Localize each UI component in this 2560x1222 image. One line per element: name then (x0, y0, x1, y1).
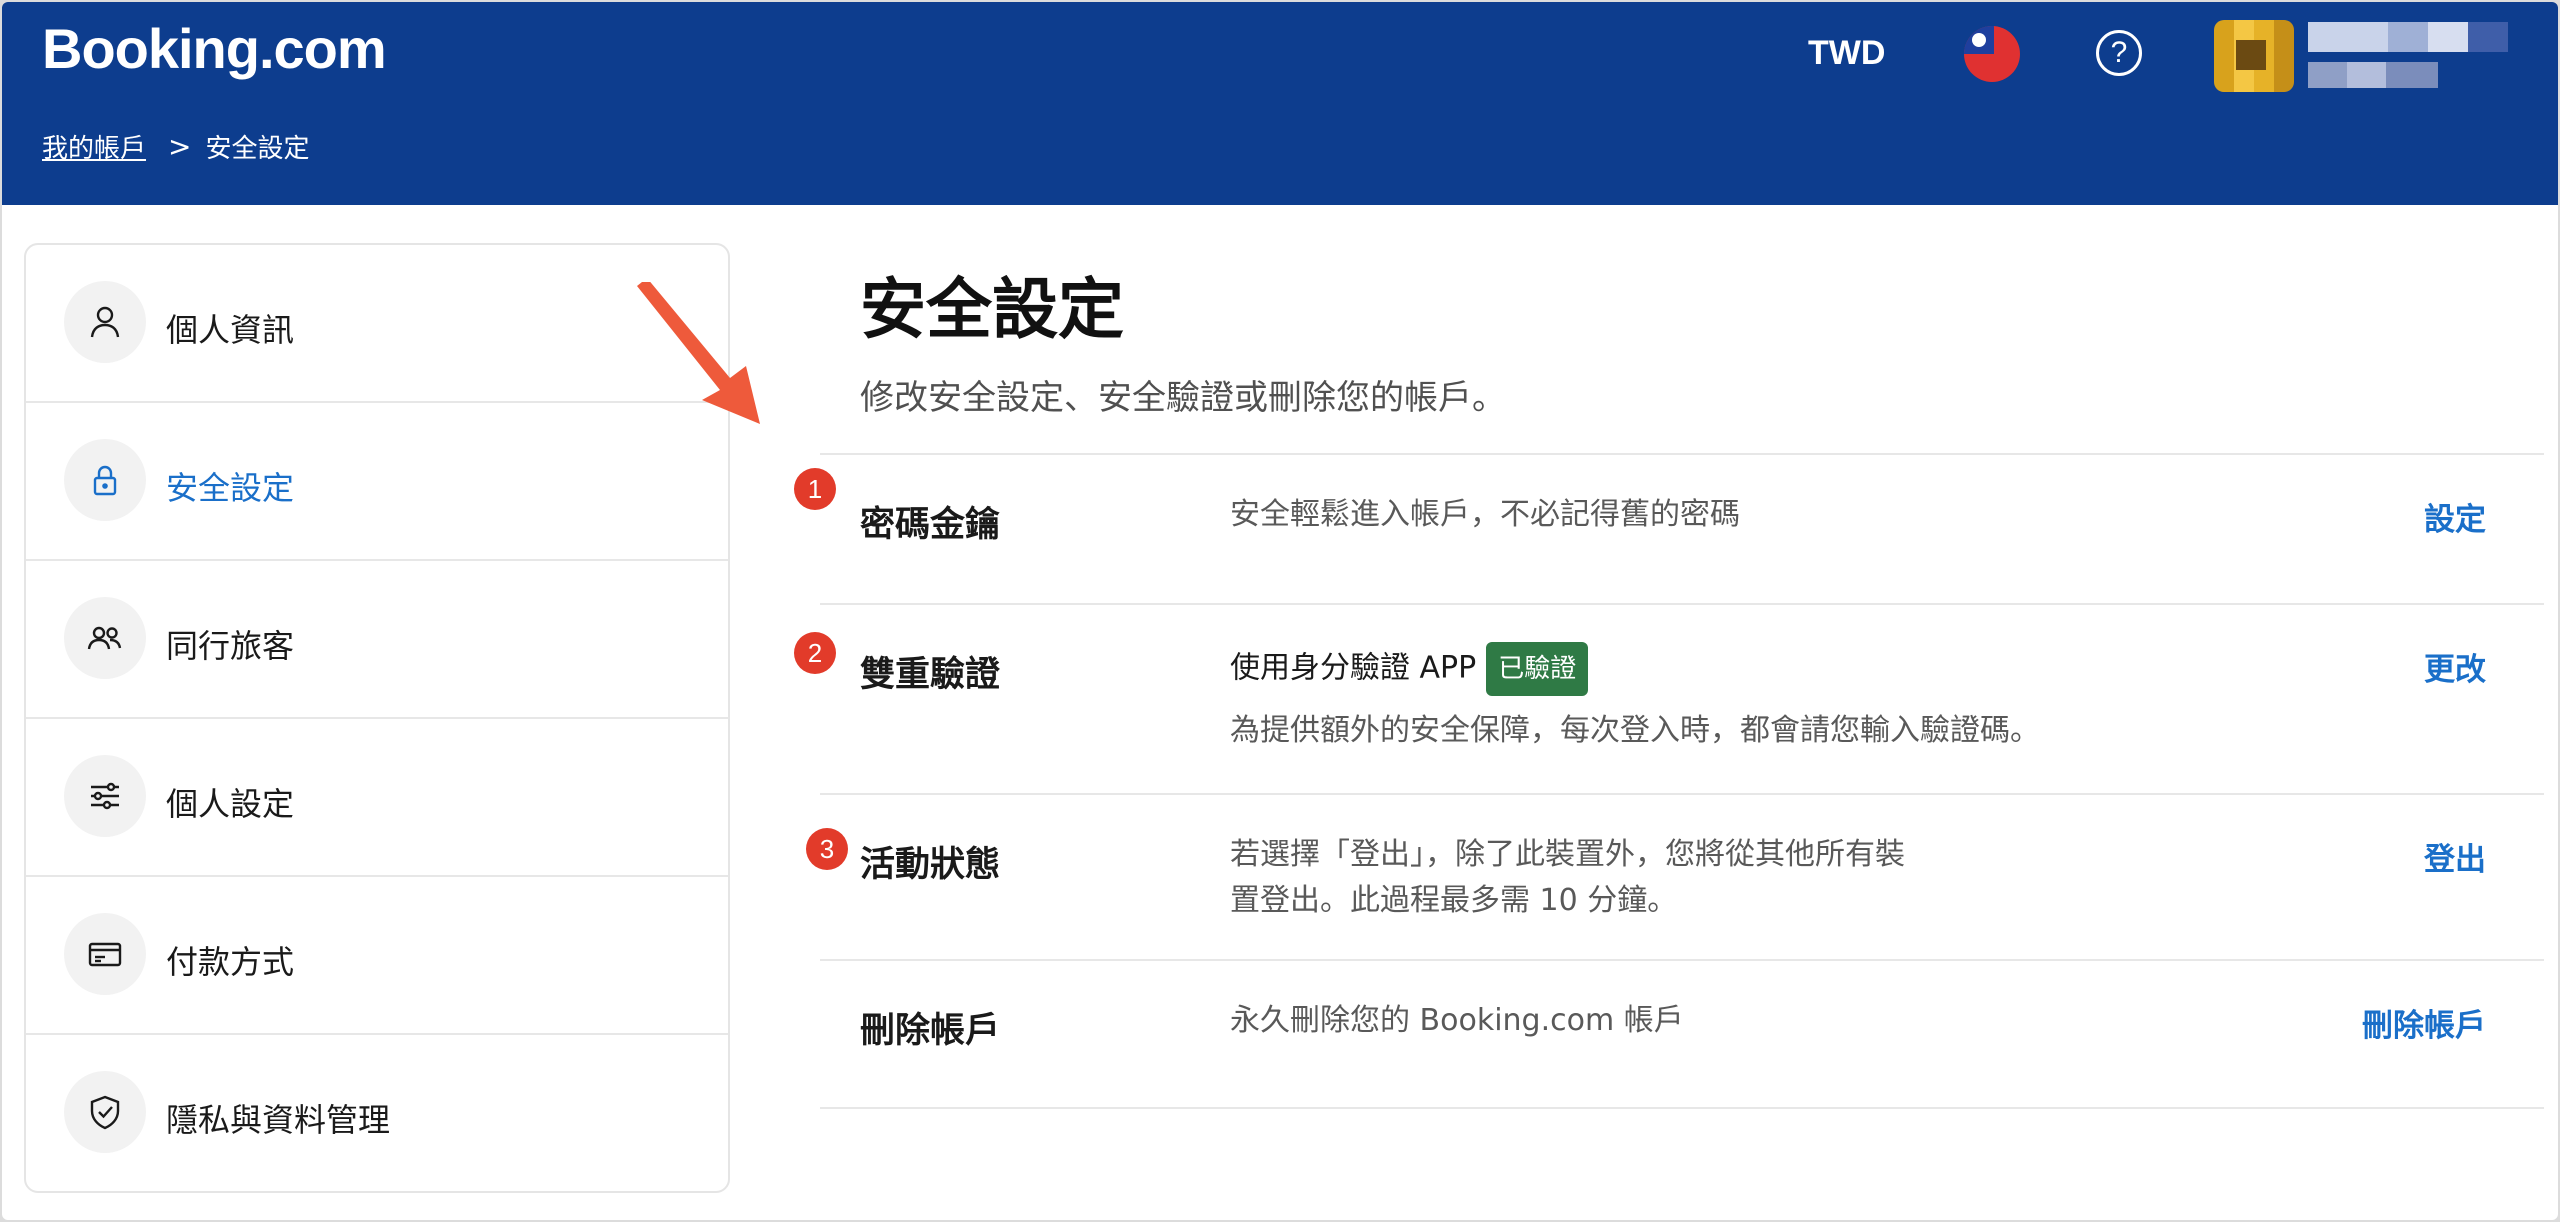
help-icon[interactable]: ? (2096, 30, 2142, 76)
sliders-icon (64, 755, 146, 837)
delete-account-description: 永久刪除您的 Booking.com 帳戶 (1230, 1003, 1684, 1038)
annotation-marker-3: 3 (806, 828, 848, 870)
sidebar-item-label: 隱私與資料管理 (166, 1101, 391, 1139)
breadcrumb-current: 安全設定 (205, 134, 310, 164)
lock-icon (64, 439, 146, 521)
verified-badge: 已驗證 (1486, 642, 1589, 696)
avatar-center (2236, 40, 2266, 70)
active-sessions-description-line1: 若選擇「登出」，除了此裝置外，您將從其他所有裝 (1230, 837, 1905, 872)
divider (820, 959, 2544, 961)
user-name-blur (2308, 22, 2508, 52)
divider (820, 453, 2544, 455)
sign-out-link[interactable]: 登出 (2424, 834, 2486, 879)
divider (820, 793, 2544, 795)
top-header: Booking.com TWD ? 我的帳戶 > 安全設定 (2, 2, 2558, 205)
sidebar-item-label: 付款方式 (166, 943, 295, 981)
sidebar-item-security[interactable]: 安全設定 (26, 403, 728, 561)
breadcrumb-my-account-link[interactable]: 我的帳戶 (42, 128, 146, 165)
passkey-setup-link[interactable]: 設定 (2424, 494, 2486, 539)
passkey-description: 安全輕鬆進入帳戶，不必記得舊的密碼 (1230, 497, 1740, 532)
delete-account-link[interactable]: 刪除帳戶 (2362, 1000, 2486, 1045)
chevron-right-icon: > (168, 130, 192, 163)
taiwan-flag-icon[interactable] (1964, 26, 2020, 82)
booking-logo[interactable]: Booking.com (42, 16, 387, 81)
page-title: 安全設定 (860, 271, 1124, 348)
sidebar-item-label: 同行旅客 (166, 627, 295, 665)
annotation-marker-1: 1 (794, 468, 836, 510)
credit-card-icon (64, 913, 146, 995)
sidebar-nav: 個人資訊 安全設定 同行旅客 個人設定 付款方式 隱私與資料管理 (24, 243, 730, 1193)
avatar[interactable] (2214, 20, 2294, 92)
divider (820, 1107, 2544, 1109)
sidebar-item-payment-methods[interactable]: 付款方式 (26, 877, 728, 1035)
sidebar-item-travel-companions[interactable]: 同行旅客 (26, 561, 728, 719)
page-subtitle: 修改安全設定、安全驗證或刪除您的帳戶。 (860, 378, 1506, 418)
two-factor-method-label: 使用身分驗證 APP (1230, 650, 1477, 686)
two-factor-change-link[interactable]: 更改 (2424, 644, 2486, 689)
sidebar-item-preferences[interactable]: 個人設定 (26, 719, 728, 877)
shield-check-icon (64, 1071, 146, 1153)
active-sessions-description-line2: 置登出。此過程最多需 10 分鐘。 (1230, 883, 1678, 918)
user-info-blurred[interactable] (2308, 18, 2508, 92)
app-window: Booking.com TWD ? 我的帳戶 > 安全設定 個人資訊 安全設定 … (2, 2, 2558, 1220)
two-factor-description: 為提供額外的安全保障，每次登入時，都會請您輸入驗證碼。 (1230, 713, 2040, 748)
delete-account-title: 刪除帳戶 (860, 1011, 1001, 1051)
sidebar-item-label: 個人設定 (166, 785, 295, 823)
divider (820, 603, 2544, 605)
sidebar-item-privacy[interactable]: 隱私與資料管理 (26, 1035, 728, 1191)
person-icon (64, 281, 146, 363)
breadcrumb: 我的帳戶 > 安全設定 (42, 128, 310, 165)
currency-button[interactable]: TWD (1808, 34, 1885, 73)
flag-sun (1972, 33, 1986, 47)
annotation-arrow-icon (637, 282, 760, 424)
two-factor-method: 使用身分驗證 APP 已驗證 (1230, 642, 1589, 696)
sidebar-item-label: 個人資訊 (166, 311, 295, 349)
people-icon (64, 597, 146, 679)
sidebar-item-personal-info[interactable]: 個人資訊 (26, 245, 728, 403)
user-level-blur (2308, 62, 2438, 88)
active-sessions-title: 活動狀態 (860, 845, 1001, 885)
two-factor-title: 雙重驗證 (860, 655, 1001, 695)
passkey-title: 密碼金鑰 (860, 505, 1001, 545)
sidebar-item-label: 安全設定 (166, 469, 295, 507)
annotation-marker-2: 2 (794, 632, 836, 674)
